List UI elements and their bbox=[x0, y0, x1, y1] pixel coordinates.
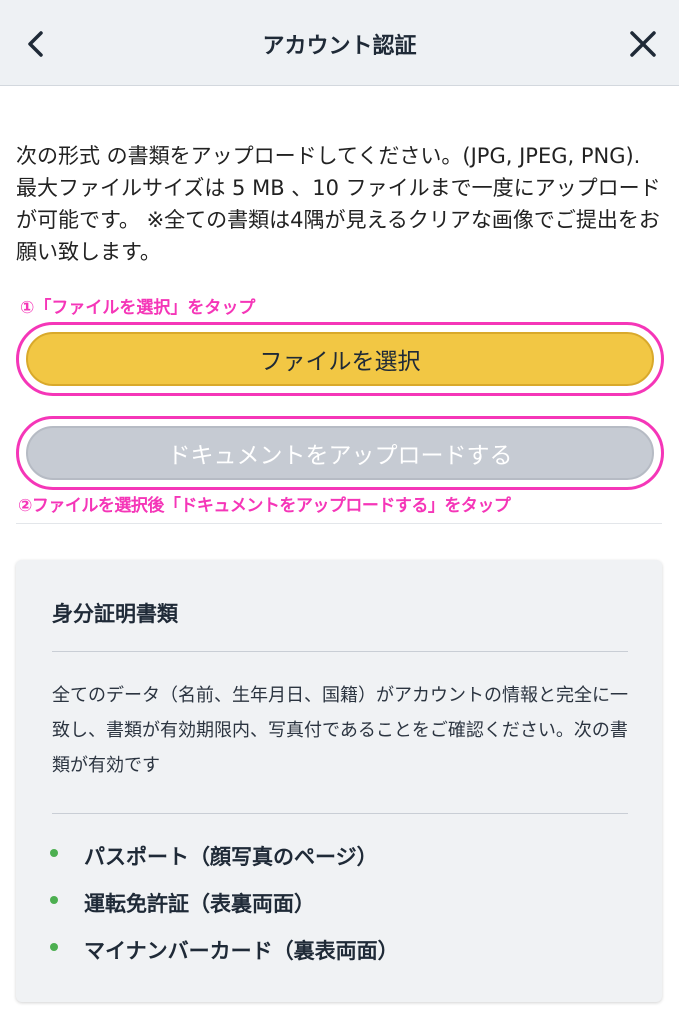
divider bbox=[16, 523, 662, 524]
document-label: 運転免許証（表裏両面） bbox=[84, 891, 315, 916]
list-item: パスポート（顔写真のページ） bbox=[50, 832, 399, 879]
card-description: 全てのデータ（名前、生年月日、国籍）がアカウントの情報と完全に一致し、書類が有効… bbox=[52, 685, 628, 776]
select-file-highlight: ファイルを選択 bbox=[16, 322, 664, 396]
bullet-icon bbox=[50, 848, 58, 857]
upload-highlight: ドキュメントをアップロードする bbox=[16, 416, 664, 490]
card-divider bbox=[52, 813, 628, 814]
document-label: マイナンバーカード（裏表両面） bbox=[84, 938, 399, 963]
close-button[interactable] bbox=[621, 22, 665, 66]
bullet-icon bbox=[50, 942, 58, 951]
card-divider bbox=[52, 651, 628, 652]
list-item: マイナンバーカード（裏表両面） bbox=[50, 926, 399, 973]
document-list: パスポート（顔写真のページ） 運転免許証（表裏両面） マイナンバーカード（裏表両… bbox=[50, 832, 399, 973]
bullet-icon bbox=[50, 895, 58, 904]
step1-annotation: ①「ファイルを選択」をタップ bbox=[20, 298, 256, 318]
close-icon bbox=[630, 31, 656, 57]
page-title: アカウント認証 bbox=[262, 34, 417, 59]
step2-annotation: ②ファイルを選択後「ドキュメントをアップロードする」をタップ bbox=[18, 496, 511, 516]
format-instruction: 次の形式 の書類をアップロードしてください。(JPG, JPEG, PNG). bbox=[16, 144, 641, 168]
top-bar: アカウント認証 bbox=[0, 0, 679, 86]
size-instruction: 最大ファイルサイズは 5 MB 、10 ファイルまで一度にアップロードが可能です… bbox=[16, 176, 661, 264]
select-file-button[interactable]: ファイルを選択 bbox=[26, 332, 654, 386]
upload-document-button[interactable]: ドキュメントをアップロードする bbox=[26, 426, 654, 480]
card-title: 身分証明書類 bbox=[52, 602, 178, 626]
id-documents-card: 身分証明書類 全てのデータ（名前、生年月日、国籍）がアカウントの情報と完全に一致… bbox=[16, 560, 662, 1002]
list-item: 運転免許証（表裏両面） bbox=[50, 879, 399, 926]
document-label: パスポート（顔写真のページ） bbox=[84, 844, 378, 869]
upload-instructions: 次の形式 の書類をアップロードしてください。(JPG, JPEG, PNG). … bbox=[16, 140, 668, 268]
